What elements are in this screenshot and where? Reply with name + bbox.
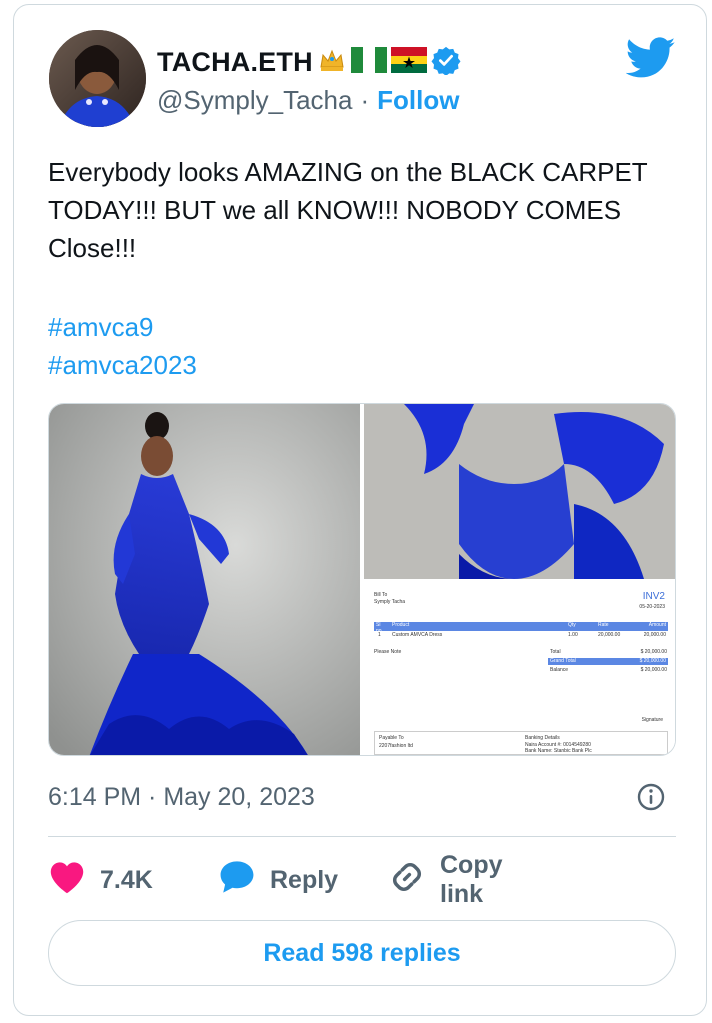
invoice-col-qty: Qty [568,622,576,628]
hashtag-link[interactable]: #amvca2023 [48,346,197,384]
hashtag-link[interactable]: #amvca9 [48,308,197,346]
avatar[interactable] [49,30,146,127]
ghana-flag-icon [390,46,427,78]
invoice-cell: 20,000.00 [643,632,666,638]
invoice-total: $ 20,000.00 [640,649,667,655]
invoice-col-product: Product [392,622,410,628]
invoice-balance-label: Balance [550,667,569,673]
verified-badge-icon [431,45,461,80]
twitter-bird-icon[interactable] [625,37,676,79]
handle-row: @Symply_Tacha · Follow [157,85,459,116]
nigeria-flag-icon [350,46,387,78]
divider [48,836,676,837]
like-button[interactable]: 7.4K [48,860,153,901]
invoice-banking-label: Banking Details [525,735,560,741]
action-bar: 7.4K Reply Copy link [48,851,503,908]
invoice-row: 1 Custom AMVCA Dress 1.00 20,000.00 20,0… [374,632,668,641]
heart-icon [48,860,86,901]
invoice-bill-to: Symply Tacha [374,599,406,605]
photo-gown-detail[interactable] [364,404,675,579]
invoice-cell: 1.00 [568,632,578,638]
link-icon [388,858,426,903]
like-count: 7.4K [100,865,153,894]
tweet-timestamp[interactable]: 6:14 PM · May 20, 2023 [48,783,315,812]
invoice-bill-to-label: Bill To [374,592,388,598]
reply-bubble-icon [218,859,256,902]
invoice-col-slno: Sl no. [376,622,383,634]
invoice-cell: 20,000.00 [598,632,621,638]
tweet-card: TACHA.ETH @Symply_Tacha · Follow Everybo… [13,4,707,1016]
info-icon[interactable] [637,783,665,811]
invoice-grand-total: $ 20,000.00 [639,658,666,664]
invoice-grand-total-row: Grand Total $ 20,000.00 [548,658,668,665]
separator-dot: · [360,85,370,115]
invoice-col-rate: Rate [598,622,609,628]
photo-full-gown[interactable] [49,404,360,755]
handle[interactable]: @Symply_Tacha [157,85,352,116]
author-name-row: TACHA.ETH [157,43,461,81]
tweet-text: Everybody looks AMAZING on the BLACK CAR… [48,157,648,263]
invoice-table-header: Sl no. Product Qty Rate Amount [374,622,668,634]
reply-label: Reply [270,865,339,894]
invoice-total-label: Total [550,649,561,655]
hashtag-list: #amvca9 #amvca2023 [48,308,197,384]
follow-button[interactable]: Follow [377,85,459,116]
invoice-balance: $ 20,000.00 [640,667,667,673]
invoice-grand-total-label: Grand Total [550,658,576,664]
invoice-payable-to-label: Payable To [379,735,404,741]
invoice-cell: 1 [378,632,381,638]
invoice-date: 05-20-2023 [639,604,665,610]
invoice-number: INV2 [642,591,665,602]
crown-icon [317,45,347,80]
invoice-cell: Custom AMVCA Dress [392,632,443,638]
invoice-col-amount: Amount [648,622,666,628]
media-grid: Bill To Symply Tacha INV2 05-20-2023 Sl … [48,403,676,756]
invoice-payable-to: 2207fashion ltd [379,743,413,749]
invoice-footer: Payable To 2207fashion ltd Banking Detai… [374,731,668,755]
copy-link-label: Copy link [440,851,503,908]
copy-link-button[interactable]: Copy link [388,851,503,909]
display-name[interactable]: TACHA.ETH [157,47,313,78]
reply-button[interactable]: Reply [218,859,338,902]
invoice-please-note: Please Note [374,649,402,655]
invoice-signature: Signature [641,717,663,723]
invoice-image[interactable]: Bill To Symply Tacha INV2 05-20-2023 Sl … [364,582,675,755]
read-replies-button[interactable]: Read 598 replies [48,920,676,986]
invoice-bank: Bank Name: Stanbic Bank Plc [525,748,592,754]
